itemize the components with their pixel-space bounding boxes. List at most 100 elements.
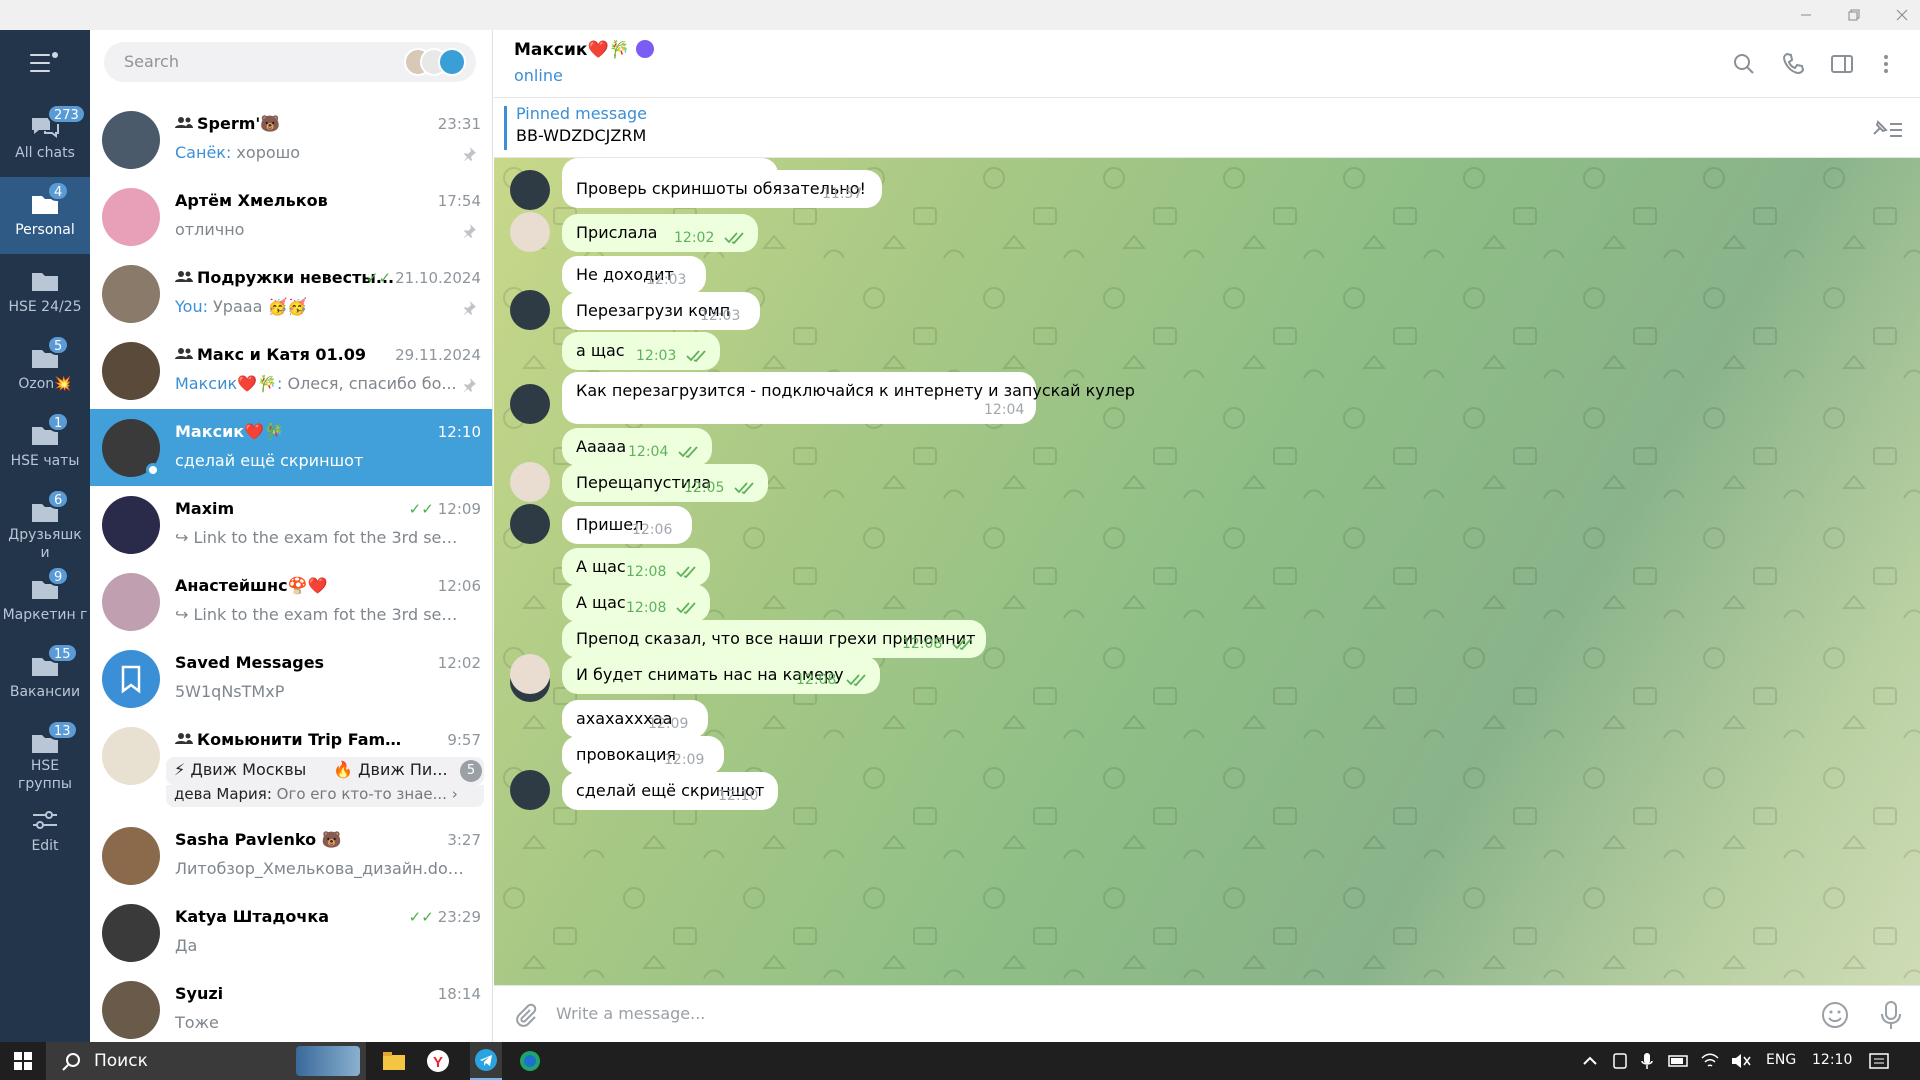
volume-muted-icon[interactable] [1730, 1052, 1752, 1070]
search-highlight-image [296, 1046, 360, 1076]
taskbar-search[interactable]: Поиск [46, 1042, 366, 1080]
meet-now-icon[interactable] [1612, 1052, 1628, 1070]
message-bubble[interactable]: Не доходит 12:03 [562, 256, 706, 294]
sender-avatar[interactable] [510, 770, 550, 810]
folder-icon [29, 268, 61, 294]
message-time: 12:08 [626, 564, 667, 580]
message-time: 12:09 [648, 716, 689, 732]
chat-row[interactable]: Артём Хмельков 17:54 отлично [90, 178, 492, 255]
battery-icon[interactable] [1668, 1054, 1690, 1068]
message-bubble[interactable]: Проверь скриншоты обязательно! 11:57 [562, 170, 882, 208]
sender-avatar[interactable] [510, 654, 550, 694]
chat-row[interactable]: Syuzi 18:14 Тоже [90, 971, 492, 1042]
chat-row[interactable]: Макс и Катя 01.09 29.11.2024 Максик❤️🎋: Ол… [90, 332, 492, 409]
sender-avatar[interactable] [510, 290, 550, 330]
message-bubble[interactable]: сделай ещё скриншот 12:10 [562, 772, 778, 810]
microphone-tray-icon[interactable] [1640, 1052, 1654, 1070]
taskbar-clock[interactable]: 12:10 [1812, 1052, 1852, 1068]
microphone-icon[interactable] [1876, 999, 1906, 1031]
message-bubble[interactable]: Перезагрузи комп 12:03 [562, 292, 760, 330]
folder-item[interactable]: HSE 24/25 [0, 254, 90, 331]
message-bubble[interactable]: Ааааа 12:04 [562, 428, 712, 466]
folders-sidebar: 273 All chats 4 Personal HSE 24/25 5 Ozon💥 1 HSE… [0, 30, 90, 1042]
sender-avatar[interactable] [510, 212, 550, 252]
wifi-icon[interactable] [1700, 1052, 1720, 1070]
folder-label: Вакансии [9, 684, 81, 700]
close-icon[interactable] [1878, 0, 1920, 30]
message-bubble[interactable]: Перещапустила 12:05 [562, 464, 768, 502]
forum-topics[interactable]: ⚡ Движ Москвы 🔥 Движ Пи... 5 [166, 757, 484, 785]
emoji-icon[interactable] [1820, 1000, 1850, 1030]
message-area[interactable]: Он нам не поможет11:57Проверь скриншоты … [494, 158, 1920, 985]
search-input[interactable]: Search [104, 42, 476, 82]
chat-title[interactable]: Максик❤️🎋 [514, 40, 654, 60]
premium-icon [635, 40, 654, 58]
chat-row[interactable]: Подружки невесты... ✓✓ 21.10.2024 You: Ураа… [90, 255, 492, 332]
chat-row[interactable]: Максик❤️🎋 12:10 сделай ещё скриншот [90, 409, 492, 486]
minimize-icon[interactable] [1782, 0, 1830, 30]
chat-row[interactable]: Комьюнити Trip Family🧡 9:57 ⚡ Движ Москвы 🔥… [90, 717, 492, 817]
message-bubble[interactable]: Как перезагрузится - подключайся к интер… [562, 372, 1135, 424]
chat-row[interactable]: Maxim ✓✓ 12:09 ↪ Link to the exam fot the 3… [90, 486, 492, 563]
sender-avatar[interactable] [510, 462, 550, 502]
pin-list-icon[interactable] [1870, 116, 1904, 140]
read-checkmarks-icon [734, 482, 754, 495]
chat-avatar [102, 496, 160, 554]
message-bubble[interactable]: А щас 12:08 [562, 548, 710, 586]
message-bubble[interactable]: Препод сказал, что все наши грехи припом… [562, 620, 986, 658]
sender-avatar[interactable] [510, 170, 550, 210]
folder-item[interactable]: 4 Personal [0, 177, 90, 254]
folder-item[interactable]: 15 Вакансии [0, 639, 90, 716]
chat-row[interactable]: Sperm'🐻 23:31 Санёк: хорошо [90, 101, 492, 178]
pinned-message-bar[interactable]: Pinned message BB-WDZDCJZRM [494, 98, 1920, 158]
chat-preview: отлично [175, 220, 245, 239]
chat-row[interactable]: Sasha Pavlenko 🐻 3:27 Литобзор_Хмелькова_д… [90, 817, 492, 894]
folder-item[interactable]: 5 Ozon💥 [0, 331, 90, 408]
chat-row[interactable]: Saved Messages 12:02 5W1qNsTMxP [90, 640, 492, 717]
sender-avatar[interactable] [510, 504, 550, 544]
message-bubble[interactable]: а щас 12:03 [562, 332, 720, 370]
file-explorer-icon[interactable] [380, 1042, 408, 1080]
message-bubble[interactable]: Прислала 12:02 [562, 214, 758, 252]
topic-1: ⚡ Движ Москвы [174, 760, 307, 779]
chat-row[interactable]: Анастейшнс🍄❤️ 12:06 ↪ Link to the exam fot… [90, 563, 492, 640]
unread-badge: 1 [47, 412, 70, 432]
message-bubble[interactable]: Пришел 12:06 [562, 506, 692, 544]
search-icon[interactable] [1730, 50, 1758, 78]
tray-chevron-icon[interactable] [1582, 1054, 1598, 1068]
phone-icon[interactable] [1780, 50, 1808, 78]
restore-icon[interactable] [1830, 0, 1878, 30]
telegram-taskbar-icon[interactable] [470, 1042, 502, 1080]
telegram-story-icon[interactable] [438, 48, 466, 76]
chat-row[interactable]: Katya Штадочка ✓✓ 23:29 Да [90, 894, 492, 971]
message-input[interactable]: Write a message... [556, 1004, 705, 1023]
sidebar-toggle-icon[interactable] [1828, 50, 1856, 78]
sender-avatar[interactable] [510, 384, 550, 424]
edge-browser-icon[interactable] [516, 1042, 544, 1080]
folder-item[interactable]: 273 All chats [0, 100, 90, 177]
read-checkmarks-icon: ✓✓ [365, 269, 392, 287]
taskbar-search-label: Поиск [94, 1051, 148, 1071]
menu-icon[interactable] [30, 52, 60, 74]
chat-status: online [514, 66, 563, 85]
notifications-icon[interactable] [1868, 1052, 1890, 1072]
folder-label: Edit [31, 838, 59, 854]
windows-start-icon[interactable] [8, 1042, 38, 1080]
more-icon[interactable] [1872, 50, 1900, 78]
folder-edit[interactable]: Edit [0, 793, 90, 870]
folder-item[interactable]: 6 Друзьяшк и [0, 485, 90, 562]
read-checkmarks-icon: ✓✓ [408, 908, 434, 926]
input-language[interactable]: ENG [1766, 1052, 1796, 1068]
topic-unread-badge: 5 [460, 760, 482, 782]
message-bubble[interactable]: провокация 12:09 [562, 736, 724, 774]
folder-item[interactable]: 9 Маркетин г [0, 562, 90, 639]
message-bubble[interactable]: ахахахххаа 12:09 [562, 700, 708, 738]
message-bubble[interactable]: И будет снимать нас на камеру 12:08 [562, 656, 880, 694]
chat-preview: Санёк: хорошо [175, 143, 301, 162]
message-time: 12:06 [632, 522, 673, 538]
folder-item[interactable]: 13 HSE группы [0, 716, 90, 793]
folder-item[interactable]: 1 HSE чаты [0, 408, 90, 485]
message-bubble[interactable]: А щас 12:08 [562, 584, 710, 622]
yandex-browser-icon[interactable]: Y [424, 1042, 452, 1080]
attach-icon[interactable] [512, 1002, 538, 1028]
